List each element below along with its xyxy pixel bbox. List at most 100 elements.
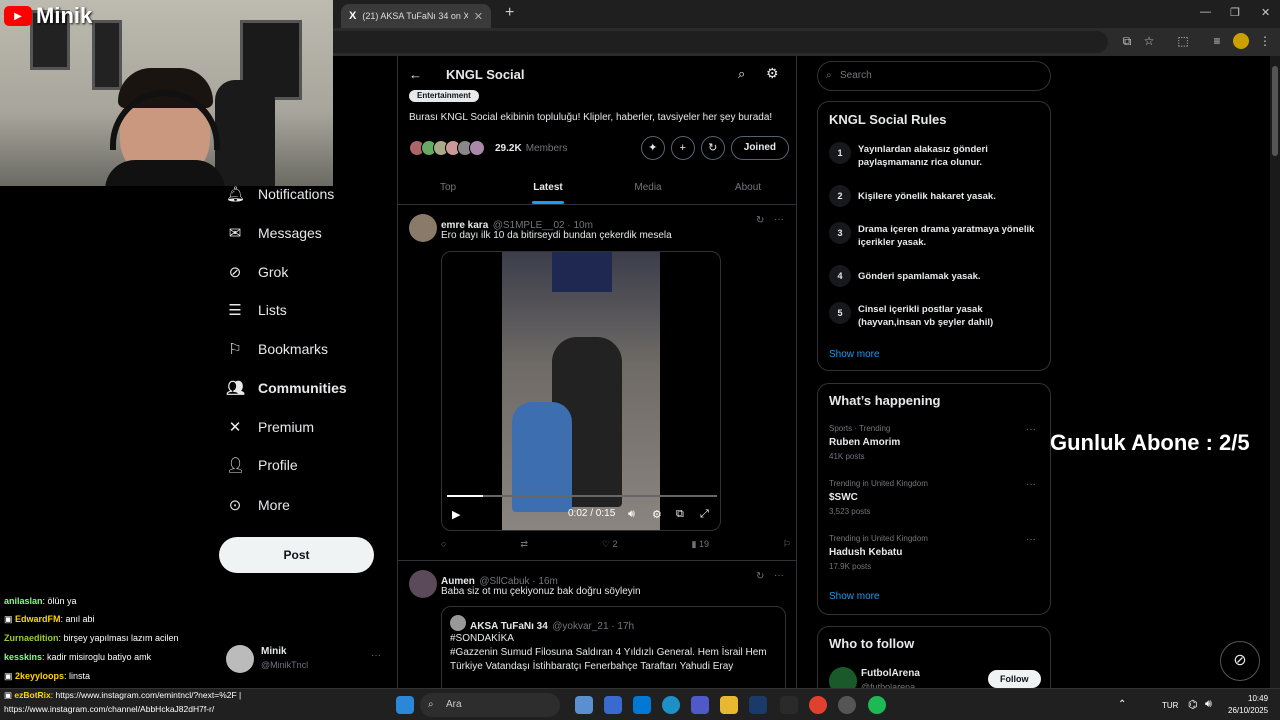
gear-icon[interactable]: ⚙ xyxy=(766,65,779,82)
copilot-icon[interactable] xyxy=(575,696,593,714)
grok-icon[interactable]: ↻ xyxy=(756,215,764,226)
menu-dots-icon[interactable]: ⋮ xyxy=(1257,33,1273,49)
streamer-shirt xyxy=(105,160,225,186)
more-dots-icon[interactable]: ··· xyxy=(1026,534,1036,545)
nav-grok[interactable]: ⊘ Grok xyxy=(226,260,289,284)
play-icon[interactable]: ▶ xyxy=(452,508,460,521)
volume-icon[interactable]: 🔊︎ xyxy=(1205,698,1212,711)
taskbar-search[interactable]: ⌕ Ara xyxy=(420,693,560,717)
extensions-icon[interactable]: ⬚ xyxy=(1175,33,1191,49)
back-arrow-icon[interactable]: ← xyxy=(409,67,422,82)
steam-icon[interactable] xyxy=(780,696,798,714)
address-field[interactable] xyxy=(333,31,1108,53)
tray-chevron-icon[interactable]: ⌃ xyxy=(1118,699,1126,710)
tweet[interactable]: Aumen @SllCabuk · 16m ↻ ··· Baba siz ot … xyxy=(398,562,796,688)
cast-icon[interactable]: ⧉ xyxy=(1119,33,1135,49)
close-window-button[interactable]: ✕ xyxy=(1261,6,1270,19)
notification-bell-icon[interactable]: ↻ xyxy=(700,136,725,160)
new-tab-button[interactable]: + xyxy=(505,4,514,22)
search-icon[interactable]: ⌕ xyxy=(738,66,745,82)
chat-text: : https://www.instagram.com/emintncl/?ne… xyxy=(50,690,242,700)
profile-icon[interactable] xyxy=(1233,33,1249,49)
trend-item[interactable]: Trending in United Kingdom $SWC 3,523 po… xyxy=(818,477,1050,527)
teams-icon[interactable] xyxy=(691,696,709,714)
outlook-icon[interactable] xyxy=(633,696,651,714)
happening-title: What’s happening xyxy=(829,393,941,408)
tab-latest[interactable]: Latest xyxy=(498,171,598,204)
more-dots-icon[interactable]: ··· xyxy=(774,214,784,225)
video-progress-bar[interactable] xyxy=(447,495,717,497)
windows-start-icon[interactable] xyxy=(396,696,414,714)
network-icon[interactable]: ⌬ xyxy=(1188,698,1198,711)
star-icon[interactable]: ☆ xyxy=(1141,33,1157,49)
search-input[interactable]: ⌕ Search xyxy=(817,61,1051,91)
browser-tab-bar: X (21) AKSA TuFaNı 34 on X: "#S( ✕ + — ❐… xyxy=(333,0,1280,28)
quote-tweet[interactable]: AKSA TuFaNı 34 @yokvar_21 · 17h #SONDAKİ… xyxy=(441,606,786,688)
tab-about[interactable]: About xyxy=(698,171,796,204)
members-count[interactable]: 29.2K xyxy=(495,143,522,154)
video-player[interactable]: ▶ 0:02 / 0:15 🔊︎ ⚙ ⧉ ⤢ xyxy=(441,251,721,531)
edge-icon[interactable] xyxy=(662,696,680,714)
volume-icon[interactable]: 🔊︎ xyxy=(628,508,635,521)
suggest-name[interactable]: FutbolArena xyxy=(861,668,920,679)
grok-icon[interactable]: ↻ xyxy=(756,571,764,582)
nav-profile[interactable]: 👤︎ Profile xyxy=(226,453,298,477)
language-indicator[interactable]: TUR xyxy=(1162,701,1178,710)
nav-communities[interactable]: 👥︎ Communities xyxy=(226,376,347,400)
rule-number: 2 xyxy=(829,185,851,207)
bookmark-icon[interactable]: ⚐ xyxy=(783,539,791,550)
more-dots-icon[interactable]: ··· xyxy=(1026,424,1036,435)
maximize-button[interactable]: ❐ xyxy=(1230,6,1240,19)
more-dots-icon[interactable]: ··· xyxy=(1026,479,1036,490)
fullscreen-icon[interactable]: ⤢ xyxy=(700,508,709,521)
nav-notifications[interactable]: 🔔︎ Notifications xyxy=(226,182,334,206)
sparkle-icon[interactable]: ✦ xyxy=(640,136,665,160)
clock-time[interactable]: 10:49 xyxy=(1248,694,1268,703)
scrollbar[interactable] xyxy=(1270,56,1280,688)
scrollbar-thumb[interactable] xyxy=(1272,66,1278,156)
account-switcher[interactable]: Minik @MinikTncl ··· xyxy=(226,642,386,678)
joined-button[interactable]: Joined xyxy=(730,136,789,160)
reply-icon[interactable]: ○ xyxy=(441,539,446,550)
quote-header: AKSA TuFaNı 34 @yokvar_21 · 17h xyxy=(470,616,634,634)
settings-icon[interactable]: ⚙ xyxy=(652,508,662,521)
tab-top[interactable]: Top xyxy=(398,171,498,204)
nav-more[interactable]: ⊙ More xyxy=(226,493,290,517)
nav-lists[interactable]: ☰ Lists xyxy=(226,298,287,322)
browser-tab[interactable]: X (21) AKSA TuFaNı 34 on X: "#S( ✕ xyxy=(341,4,491,28)
quote-line: #Gazzenin Sumud Filosuna Saldıran 4 Yıld… xyxy=(450,647,767,658)
retweet-icon[interactable]: ⇄ xyxy=(520,539,528,550)
close-icon[interactable]: ✕ xyxy=(474,10,483,23)
follow-button[interactable]: Follow xyxy=(988,670,1041,688)
views-button[interactable]: ▮ 19 xyxy=(691,539,708,550)
nav-premium[interactable]: ✕ Premium xyxy=(226,415,314,439)
chat-text: : anıl abi xyxy=(60,614,95,624)
chat-message: ▣ 2keyyloops: linsta xyxy=(4,671,91,681)
store-icon[interactable] xyxy=(604,696,622,714)
obs-icon[interactable] xyxy=(838,696,856,714)
show-more-link[interactable]: Show more xyxy=(829,591,880,602)
photos-icon[interactable] xyxy=(749,696,767,714)
more-dots-icon[interactable]: ··· xyxy=(774,570,784,581)
quote-line: #SONDAKİKA xyxy=(450,633,514,644)
folder-icon[interactable] xyxy=(720,696,738,714)
trend-item[interactable]: Sports · Trending Ruben Amorim 41K posts… xyxy=(818,422,1050,472)
more-dots-icon[interactable]: ··· xyxy=(371,650,381,661)
nav-messages[interactable]: ✉ Messages xyxy=(226,221,322,245)
like-button[interactable]: ♡ 2 xyxy=(602,539,618,550)
add-member-icon[interactable]: + xyxy=(670,136,695,160)
tab-media[interactable]: Media xyxy=(598,171,698,204)
nav-bookmarks[interactable]: ⚐ Bookmarks xyxy=(226,337,328,361)
trend-item[interactable]: Trending in United Kingdom Hadush Kebatu… xyxy=(818,532,1050,582)
minimize-button[interactable]: — xyxy=(1200,6,1211,18)
trend-name: Hadush Kebatu xyxy=(829,547,903,558)
chrome-icon[interactable] xyxy=(809,696,827,714)
pip-icon[interactable]: ⧉ xyxy=(676,508,684,521)
clock-date[interactable]: 26/10/2025 xyxy=(1228,706,1268,715)
trend-name: Ruben Amorim xyxy=(829,437,901,448)
show-more-link[interactable]: Show more xyxy=(829,349,880,360)
post-button[interactable]: Post xyxy=(219,537,374,573)
media-icon[interactable]: ≡ xyxy=(1209,33,1225,49)
grok-float-icon[interactable]: ⊘ xyxy=(1220,641,1260,681)
spotify-icon[interactable] xyxy=(868,696,886,714)
